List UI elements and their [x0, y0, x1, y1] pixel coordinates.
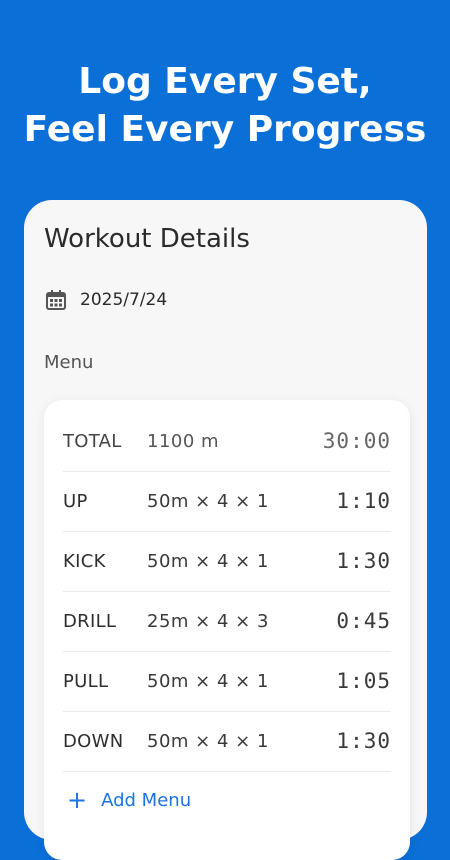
menu-row-name: KICK	[63, 550, 106, 572]
date-row[interactable]: 2025/7/24	[44, 286, 167, 314]
menu-row-up[interactable]: UP 50m × 4 × 1 1:10	[63, 471, 391, 532]
menu-row-time: 1:10	[336, 489, 391, 513]
workout-date: 2025/7/24	[80, 290, 168, 310]
workout-details-card: Workout Details 2025/7/24 Menu TOTAL 110…	[24, 200, 427, 860]
menu-row-name: UP	[63, 490, 88, 512]
calendar-icon	[46, 290, 66, 310]
menu-row-spec: 50m × 4 × 1	[147, 550, 269, 572]
menu-row-spec: 50m × 4 × 1	[147, 670, 269, 692]
menu-row-total: TOTAL 1100 m 30:00	[63, 411, 391, 472]
headline-line-2: Feel Every Progress	[23, 109, 427, 150]
menu-row-time: 1:30	[336, 549, 391, 573]
menu-row-spec: 25m × 4 × 3	[147, 610, 269, 632]
menu-row-spec: 50m × 4 × 1	[147, 730, 269, 752]
menu-row-pull[interactable]: PULL 50m × 4 × 1 1:05	[63, 651, 391, 712]
menu-row-time: 1:05	[336, 669, 391, 693]
menu-row-name: DOWN	[63, 730, 124, 752]
page-title: Workout Details	[44, 224, 250, 254]
hero-headline: Log Every Set, Feel Every Progress	[0, 58, 450, 154]
menu-list: TOTAL 1100 m 30:00 UP 50m × 4 × 1 1:10 K…	[44, 400, 410, 860]
add-menu-label: Add Menu	[101, 789, 192, 811]
menu-row-kick[interactable]: KICK 50m × 4 × 1 1:30	[63, 531, 391, 592]
headline-line-1: Log Every Set,	[78, 61, 372, 102]
menu-row-spec: 50m × 4 × 1	[147, 490, 269, 512]
menu-row-time: 1:30	[336, 729, 391, 753]
menu-row-drill[interactable]: DRILL 25m × 4 × 3 0:45	[63, 591, 391, 652]
menu-row-name: TOTAL	[63, 430, 122, 452]
menu-row-time: 0:45	[336, 609, 391, 633]
menu-row-name: PULL	[63, 670, 109, 692]
menu-section-label: Menu	[44, 352, 94, 373]
menu-row-name: DRILL	[63, 610, 117, 632]
add-menu-button[interactable]: + Add Menu	[63, 782, 191, 818]
menu-row-time: 30:00	[322, 429, 391, 453]
menu-row-spec: 1100 m	[147, 430, 220, 452]
plus-icon: +	[67, 786, 88, 814]
menu-row-down[interactable]: DOWN 50m × 4 × 1 1:30	[63, 711, 391, 772]
